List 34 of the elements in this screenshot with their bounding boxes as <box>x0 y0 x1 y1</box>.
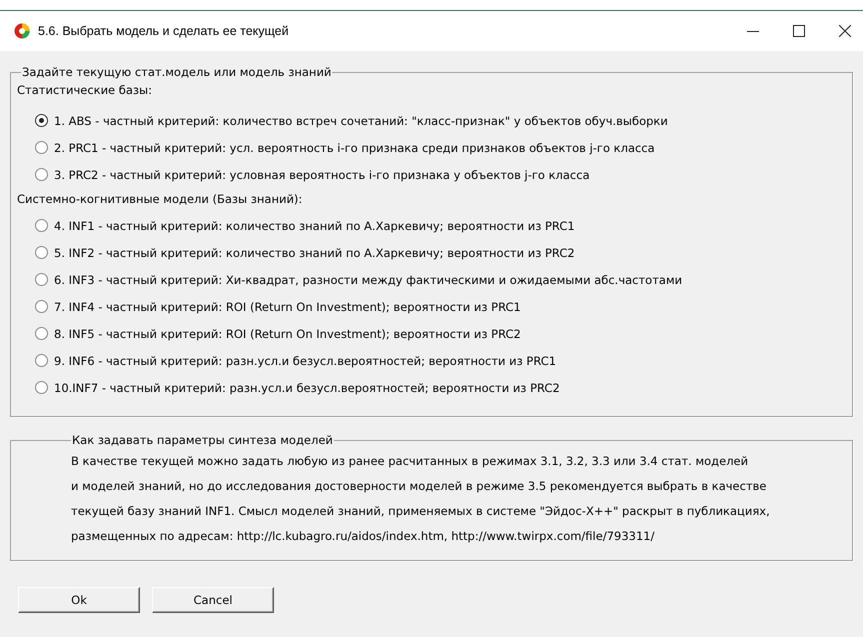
radio-icon[interactable] <box>35 168 48 181</box>
radio-icon[interactable] <box>35 273 48 286</box>
radio-icon[interactable] <box>35 300 48 313</box>
help-text: В качестве текущей можно задать любую из ранее расчитанных в режимах 3.1, 3.2, 3.3 или 3.4 стат. моделей <box>71 453 750 470</box>
radio-option[interactable]: 2. PRC1 - частный критерий: усл. вероятность i-го признака среди признаков объектов j-го класса <box>25 134 852 161</box>
help-text: и моделей знаний, но до исследования достоверности моделей в режиме 3.5 рекомендуется выбрать в качестве <box>71 478 768 495</box>
radio-option[interactable]: 6. INF3 - частный критерий: Хи-квадрат, разности между фактическими и ожидаемыми абс.частотами <box>25 266 852 293</box>
close-icon[interactable] <box>839 25 851 37</box>
section-heading: Статистические базы: <box>17 82 153 99</box>
radio-icon[interactable] <box>35 381 48 394</box>
radio-option[interactable]: 1. ABS - частный критерий: количество встреч сочетаний: "класс-признак" у объектов обуч.выборки <box>25 107 852 134</box>
dialog-button[interactable]: Ok <box>18 587 140 613</box>
radio-option[interactable]: 3. PRC2 - частный критерий: условная вероятность i-го признака у объектов j-го класса <box>25 161 852 188</box>
radio-option[interactable]: 10.INF7 - частный критерий: разн.усл.и безусл.вероятностей; вероятности из PRC2 <box>25 374 852 401</box>
radio-icon[interactable] <box>35 354 48 367</box>
radio-option[interactable]: 4. INF1 - частный критерий: количество знаний по А.Харкевичу; вероятности из PRC1 <box>25 212 852 239</box>
section-heading: Системно-когнитивные модели (Базы знаний): <box>17 191 304 208</box>
radio-option[interactable]: 9. INF6 - частный критерий: разн.усл.и безусл.вероятностей; вероятности из PRC1 <box>25 347 852 374</box>
radio-icon[interactable] <box>35 246 48 259</box>
radio-option[interactable]: 5. INF2 - частный критерий: количество знаний по А.Харкевичу; вероятности из PRC2 <box>25 239 852 266</box>
radio-icon[interactable] <box>35 219 48 232</box>
help-text: текущей базу знаний INF1. Смысл моделей знаний, применяемых в системе "Эйдос-Х++" раскрыт в публикациях, <box>71 503 771 520</box>
radio-option[interactable]: 8. INF5 - частный критерий: ROI (Return On Investment); вероятности из PRC2 <box>25 320 852 347</box>
help-text: размещенных по адресам: http://lc.kubagro.ru/aidos/index.htm, http://www.twirpx.com/file/793311/ <box>71 528 656 545</box>
maximize-icon[interactable] <box>793 25 805 37</box>
radio-icon[interactable] <box>35 114 48 127</box>
window-title: 5.6. Выбрать модель и сделать ее текущей <box>38 24 289 38</box>
app-logo-icon <box>14 23 30 39</box>
dialog-button[interactable]: Cancel <box>152 587 274 613</box>
radio-option[interactable]: 7. INF4 - частный критерий: ROI (Return On Investment); вероятности из PRC1 <box>25 293 852 320</box>
radio-icon[interactable] <box>35 141 48 154</box>
radio-icon[interactable] <box>35 327 48 340</box>
group-legend: Как задавать параметры синтеза моделей <box>71 433 334 447</box>
group-legend: Задайте текущую стат.модель или модель знаний <box>21 65 332 79</box>
